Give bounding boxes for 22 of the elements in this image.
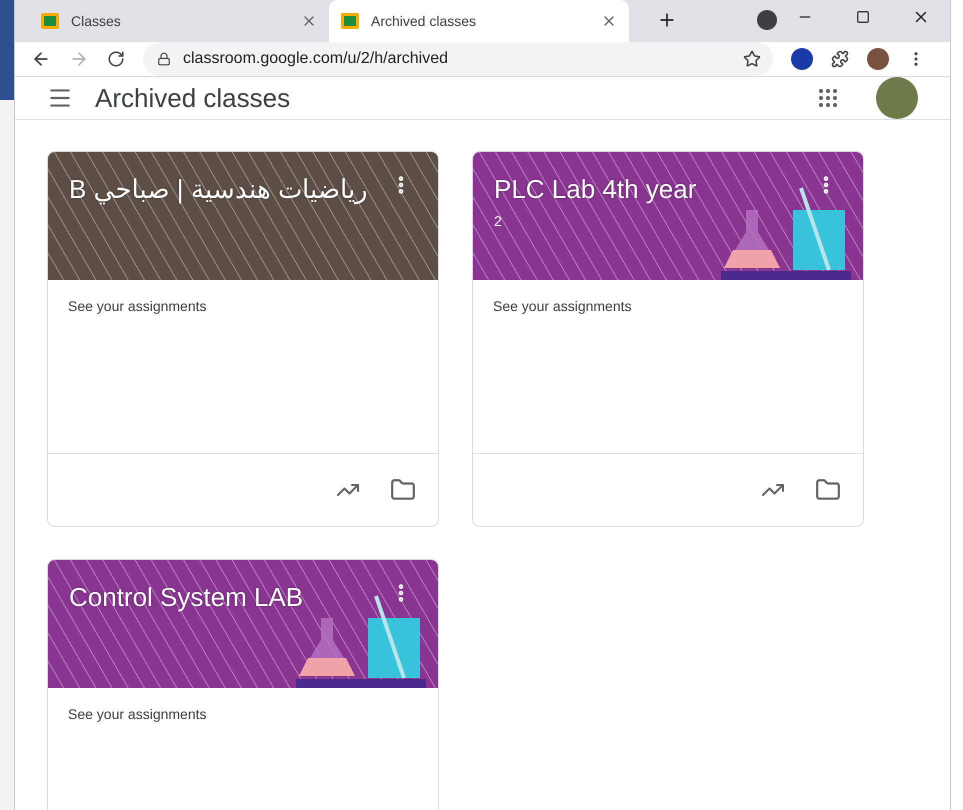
classroom-favicon-icon <box>41 13 59 29</box>
class-section: 2 <box>494 213 502 229</box>
apps-grid-icon[interactable] <box>816 86 840 110</box>
lock-icon <box>157 52 171 66</box>
page-title: Archived classes <box>95 82 292 114</box>
class-title[interactable]: Control System LAB <box>69 582 304 613</box>
classroom-favicon-icon <box>341 13 359 29</box>
class-title[interactable]: رياضيات هندسية | صباحي B <box>69 174 368 205</box>
star-icon[interactable] <box>743 50 761 68</box>
folder-icon[interactable] <box>390 477 416 503</box>
puzzle-icon[interactable] <box>831 50 849 68</box>
profile-avatar[interactable] <box>867 48 889 70</box>
folder-icon[interactable] <box>815 477 841 503</box>
assignments-link[interactable]: See your assignments <box>68 298 207 314</box>
class-title[interactable]: PLC Lab 4th year <box>494 174 696 205</box>
browser-tab[interactable]: Archived classes <box>329 0 629 42</box>
reload-icon[interactable] <box>107 50 125 68</box>
browser-tab[interactable]: Classes <box>29 0 329 42</box>
assignments-link[interactable]: See your assignments <box>493 298 632 314</box>
assignments-link[interactable]: See your assignments <box>68 706 207 722</box>
profile-avatar[interactable] <box>876 77 918 119</box>
address-bar[interactable]: classroom.google.com/u/2/h/archived <box>143 42 773 76</box>
